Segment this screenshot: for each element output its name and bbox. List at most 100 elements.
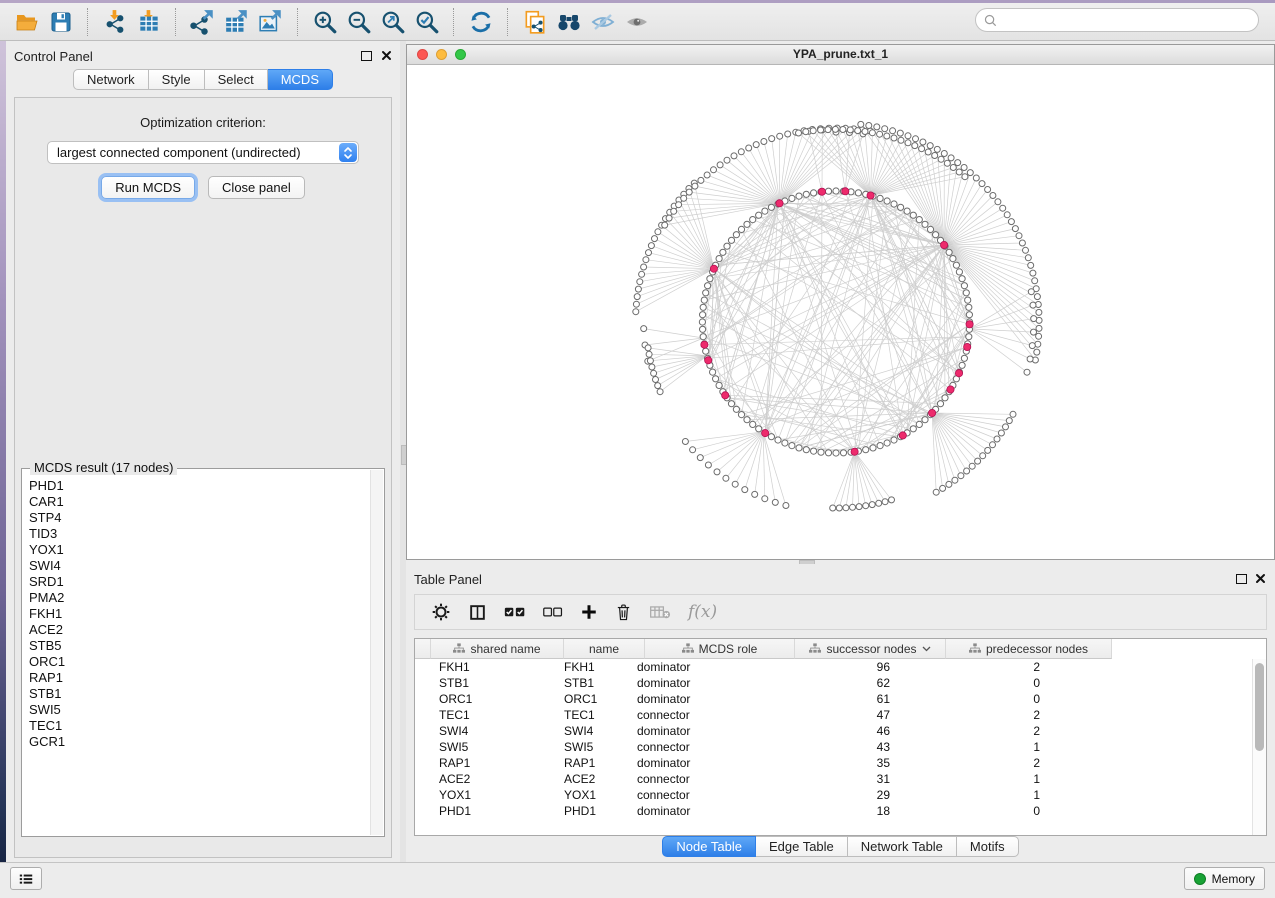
memory-button[interactable]: Memory xyxy=(1184,867,1265,890)
mcds-result-item[interactable]: SWI5 xyxy=(29,702,371,718)
cell-successor-nodes[interactable]: 62 xyxy=(771,676,906,690)
cell-name[interactable]: SWI5 xyxy=(556,740,629,754)
show-hidden-icon[interactable] xyxy=(620,7,654,37)
cell-shared-name[interactable]: YOX1 xyxy=(431,788,556,802)
node-table[interactable]: shared namenameMCDS rolesuccessor nodesp… xyxy=(414,638,1267,836)
create-column-icon[interactable] xyxy=(580,603,598,621)
cell-name[interactable]: ORC1 xyxy=(556,692,629,706)
cell-MCDS-role[interactable]: dominator xyxy=(629,692,771,706)
close-table-panel-icon[interactable] xyxy=(1255,573,1266,584)
cell-shared-name[interactable]: PHD1 xyxy=(431,804,556,818)
cell-name[interactable]: YOX1 xyxy=(556,788,629,802)
tab-network-table[interactable]: Network Table xyxy=(848,836,957,857)
table-row[interactable]: RAP1RAP1dominator352 xyxy=(415,755,1266,771)
mcds-result-item[interactable]: TID3 xyxy=(29,526,371,542)
mcds-result-item[interactable]: YOX1 xyxy=(29,542,371,558)
cell-predecessor-nodes[interactable]: 2 xyxy=(906,756,1056,770)
cell-shared-name[interactable]: SWI5 xyxy=(431,740,556,754)
cell-MCDS-role[interactable]: dominator xyxy=(629,724,771,738)
cell-MCDS-role[interactable]: dominator xyxy=(629,660,771,674)
cell-MCDS-role[interactable]: dominator xyxy=(629,756,771,770)
export-table-icon[interactable] xyxy=(220,7,254,37)
cell-shared-name[interactable]: SWI4 xyxy=(431,724,556,738)
mcds-result-item[interactable]: STB1 xyxy=(29,686,371,702)
cell-predecessor-nodes[interactable]: 2 xyxy=(906,708,1056,722)
tab-select[interactable]: Select xyxy=(205,69,268,90)
cell-successor-nodes[interactable]: 29 xyxy=(771,788,906,802)
table-row[interactable]: SWI4SWI4dominator462 xyxy=(415,723,1266,739)
zoom-out-icon[interactable] xyxy=(342,7,376,37)
refresh-icon[interactable] xyxy=(464,7,498,37)
cell-successor-nodes[interactable]: 18 xyxy=(771,804,906,818)
columns-icon[interactable] xyxy=(468,603,487,622)
cell-predecessor-nodes[interactable]: 2 xyxy=(906,660,1056,674)
cell-predecessor-nodes[interactable]: 0 xyxy=(906,804,1056,818)
column-header-predecessor-nodes[interactable]: predecessor nodes xyxy=(946,639,1112,659)
console-list-button[interactable] xyxy=(10,867,42,890)
export-network-icon[interactable] xyxy=(186,7,220,37)
cell-shared-name[interactable]: FKH1 xyxy=(431,660,556,674)
clone-network-icon[interactable] xyxy=(518,7,552,37)
cell-successor-nodes[interactable]: 47 xyxy=(771,708,906,722)
equation-icon[interactable]: f(x) xyxy=(688,602,717,622)
cell-shared-name[interactable]: TEC1 xyxy=(431,708,556,722)
cell-predecessor-nodes[interactable]: 1 xyxy=(906,772,1056,786)
mcds-result-item[interactable]: CAR1 xyxy=(29,494,371,510)
table-row[interactable]: ACE2ACE2connector311 xyxy=(415,771,1266,787)
optimization-criterion-select[interactable]: largest connected component (undirected) xyxy=(47,141,359,164)
mcds-result-item[interactable]: ACE2 xyxy=(29,622,371,638)
cell-shared-name[interactable]: ACE2 xyxy=(431,772,556,786)
run-mcds-button[interactable]: Run MCDS xyxy=(101,176,195,199)
cell-MCDS-role[interactable]: connector xyxy=(629,788,771,802)
delete-table-icon[interactable] xyxy=(649,603,671,621)
cell-predecessor-nodes[interactable]: 1 xyxy=(906,788,1056,802)
cell-shared-name[interactable]: RAP1 xyxy=(431,756,556,770)
tab-style[interactable]: Style xyxy=(149,69,205,90)
cell-name[interactable]: PHD1 xyxy=(556,804,629,818)
network-window-titlebar[interactable]: YPA_prune.txt_1 xyxy=(407,45,1274,65)
import-table-icon[interactable] xyxy=(132,7,166,37)
close-panel-button[interactable]: Close panel xyxy=(208,176,305,199)
deselect-all-icon[interactable] xyxy=(543,605,563,619)
cell-successor-nodes[interactable]: 43 xyxy=(771,740,906,754)
mcds-result-item[interactable]: ORC1 xyxy=(29,654,371,670)
export-image-icon[interactable] xyxy=(254,7,288,37)
cell-MCDS-role[interactable]: connector xyxy=(629,772,771,786)
table-row[interactable]: SWI5SWI5connector431 xyxy=(415,739,1266,755)
table-scrollbar-thumb[interactable] xyxy=(1255,663,1264,751)
cell-MCDS-role[interactable]: connector xyxy=(629,740,771,754)
open-icon[interactable] xyxy=(10,7,44,37)
mcds-result-scrollbar[interactable] xyxy=(370,470,383,835)
float-panel-icon[interactable] xyxy=(361,51,372,61)
close-window-icon[interactable] xyxy=(417,49,428,60)
mcds-result-item[interactable]: SWI4 xyxy=(29,558,371,574)
tab-motifs[interactable]: Motifs xyxy=(957,836,1019,857)
column-header-MCDS-role[interactable]: MCDS role xyxy=(645,639,795,659)
zoom-fit-icon[interactable] xyxy=(376,7,410,37)
table-row[interactable]: TEC1TEC1connector472 xyxy=(415,707,1266,723)
cell-name[interactable]: RAP1 xyxy=(556,756,629,770)
cell-successor-nodes[interactable]: 61 xyxy=(771,692,906,706)
settings-icon[interactable] xyxy=(431,602,451,622)
cell-successor-nodes[interactable]: 35 xyxy=(771,756,906,770)
mcds-result-list[interactable]: PHD1CAR1STP4TID3YOX1SWI4SRD1PMA2FKH1ACE2… xyxy=(22,472,371,836)
network-graph[interactable] xyxy=(407,65,1274,560)
cell-shared-name[interactable]: STB1 xyxy=(431,676,556,690)
mcds-result-item[interactable]: TEC1 xyxy=(29,718,371,734)
mcds-result-item[interactable]: GCR1 xyxy=(29,734,371,750)
network-canvas[interactable] xyxy=(407,65,1274,559)
minimize-window-icon[interactable] xyxy=(436,49,447,60)
mcds-result-item[interactable]: PHD1 xyxy=(29,478,371,494)
cell-name[interactable]: FKH1 xyxy=(556,660,629,674)
save-icon[interactable] xyxy=(44,7,78,37)
cell-name[interactable]: STB1 xyxy=(556,676,629,690)
table-row[interactable]: YOX1YOX1connector291 xyxy=(415,787,1266,803)
column-header-name[interactable]: name xyxy=(564,639,645,659)
tab-node-table[interactable]: Node Table xyxy=(662,836,756,857)
cell-predecessor-nodes[interactable]: 0 xyxy=(906,692,1056,706)
close-panel-icon[interactable] xyxy=(381,50,392,61)
table-scrollbar[interactable] xyxy=(1252,659,1266,835)
cell-successor-nodes[interactable]: 31 xyxy=(771,772,906,786)
mcds-result-item[interactable]: STB5 xyxy=(29,638,371,654)
mcds-result-item[interactable]: FKH1 xyxy=(29,606,371,622)
